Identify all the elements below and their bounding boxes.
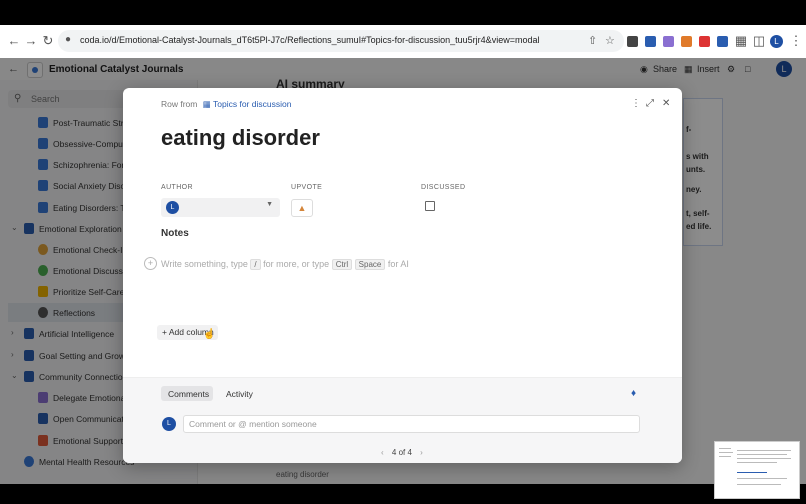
notes-label: Notes — [161, 228, 189, 239]
row-title[interactable]: eating disorder — [161, 125, 320, 151]
comments-panel: Comments Activity ♦ L Comment or @ menti… — [123, 377, 682, 463]
tab-comments[interactable]: Comments — [161, 386, 213, 401]
author-select[interactable]: L ▼ — [161, 198, 280, 217]
expand-icon[interactable]: ⤢ — [646, 98, 654, 109]
url-text[interactable]: coda.io/d/Emotional-Catalyst-Journals_dT… — [80, 35, 539, 45]
prev-row-icon[interactable]: ‹ — [381, 448, 384, 457]
extension-icon[interactable] — [627, 36, 638, 47]
close-icon[interactable]: ✕ — [662, 98, 670, 109]
discussed-checkbox[interactable] — [425, 201, 435, 211]
next-row-icon[interactable]: › — [420, 448, 423, 457]
author-label: AUTHOR — [161, 184, 193, 191]
tab-activity[interactable]: Activity — [221, 386, 261, 401]
placeholder-text: Write something, type — [161, 259, 248, 269]
menu-kebab-icon[interactable]: ⋮ — [788, 33, 804, 49]
table-icon: ▦ — [202, 99, 211, 109]
profile-avatar[interactable]: L — [770, 35, 783, 48]
author-avatar: L — [166, 201, 179, 214]
extension-icon[interactable] — [663, 36, 674, 47]
ctrl-key: Ctrl — [331, 259, 353, 270]
extension-icon[interactable] — [717, 36, 728, 47]
notes-editor[interactable]: Write something, type / for more, or typ… — [161, 259, 409, 270]
site-info-icon[interactable]: ● — [65, 34, 71, 45]
extension-icon[interactable] — [645, 36, 656, 47]
commenter-avatar: L — [162, 417, 176, 431]
row-from-breadcrumb: Row from ▦ Topics for discussion — [161, 99, 291, 110]
back-arrow-icon[interactable]: ← — [6, 33, 22, 49]
chevron-down-icon: ▼ — [266, 201, 273, 208]
placeholder-text: for AI — [387, 259, 409, 269]
row-pager: ‹ 4 of 4 › — [381, 448, 423, 457]
screen-thumbnail — [714, 441, 800, 499]
placeholder-text: for more, or type — [263, 259, 330, 269]
app-window: ← Emotional Catalyst Journals ◉ Share ▦ … — [0, 58, 806, 484]
browser-toolbar: ← → ↻ ● coda.io/d/Emotional-Catalyst-Jou… — [0, 25, 806, 59]
puzzle-icon[interactable]: ▦ — [733, 33, 749, 49]
upvote-label: UPVOTE — [291, 184, 323, 191]
slash-key: / — [250, 259, 261, 270]
address-bar[interactable]: ● coda.io/d/Emotional-Catalyst-Journals_… — [58, 30, 624, 52]
tab-label: Comments — [168, 389, 210, 399]
table-link[interactable]: Topics for discussion — [213, 99, 291, 109]
discussed-label: DISCUSSED — [421, 184, 466, 191]
plus-icon[interactable]: + — [144, 257, 157, 270]
tab-label: Activity — [226, 389, 253, 399]
comment-placeholder: Comment or @ mention someone — [189, 419, 317, 429]
pager-text: 4 of 4 — [391, 448, 412, 457]
notification-bell-icon[interactable]: ♦ — [631, 388, 636, 399]
row-from-prefix: Row from — [161, 99, 198, 109]
extension-icon[interactable] — [699, 36, 710, 47]
side-panel-icon[interactable]: ◫ — [751, 33, 767, 49]
mouse-cursor-icon: ☝ — [203, 329, 216, 340]
extension-icon[interactable] — [681, 36, 692, 47]
more-options-icon[interactable]: ⋮ — [631, 98, 641, 109]
reload-icon[interactable]: ↻ — [40, 33, 56, 49]
thumbs-up-icon: ▲ — [297, 203, 307, 213]
space-key: Space — [354, 259, 386, 270]
upvote-button[interactable]: ▲ — [291, 199, 313, 217]
bookmark-star-icon[interactable]: ☆ — [605, 34, 615, 47]
row-detail-modal: Row from ▦ Topics for discussion ⋮ ⤢ ✕ e… — [123, 88, 682, 463]
share-page-icon[interactable]: ⇧ — [588, 34, 597, 47]
comment-input[interactable]: Comment or @ mention someone — [183, 415, 640, 433]
forward-arrow-icon[interactable]: → — [23, 33, 39, 49]
